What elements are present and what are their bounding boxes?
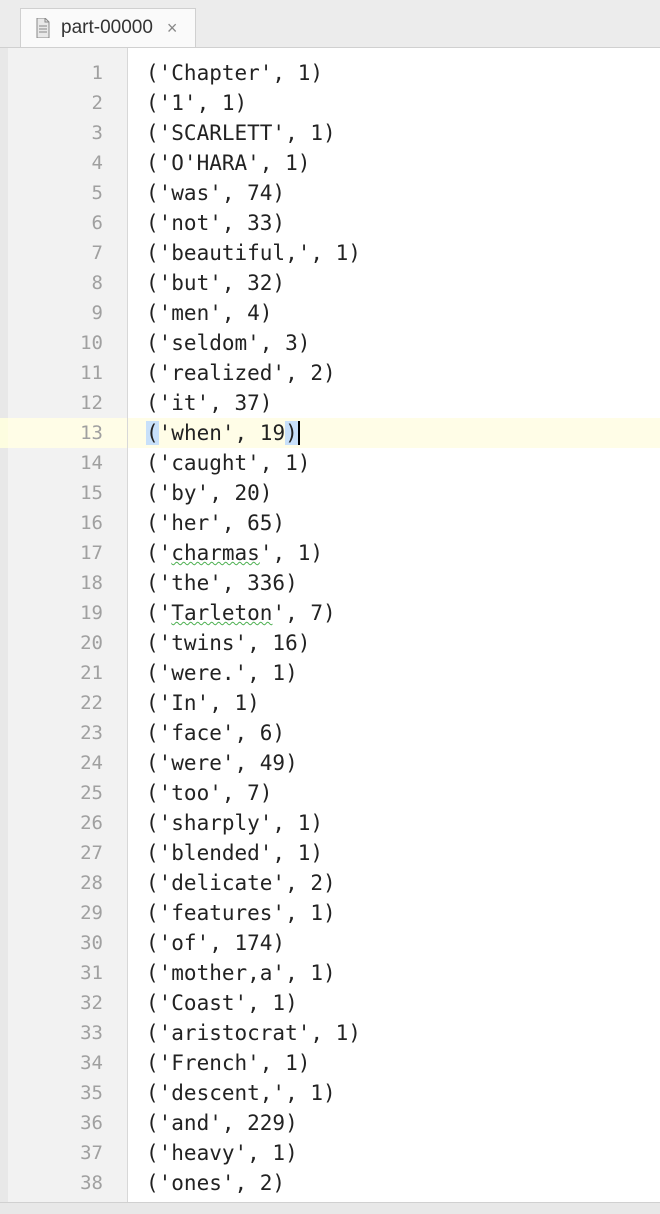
line-number[interactable]: 17: [8, 538, 127, 568]
code-line[interactable]: ('were.', 1): [128, 658, 660, 688]
line-number[interactable]: 26: [8, 808, 127, 838]
code-line[interactable]: ('men', 4): [128, 298, 660, 328]
line-number[interactable]: 6: [8, 208, 127, 238]
line-number-gutter[interactable]: 1234567891011121314151617181920212223242…: [8, 48, 128, 1202]
code-line[interactable]: ('heavy', 1): [128, 1138, 660, 1168]
code-line[interactable]: ('delicate', 2): [128, 868, 660, 898]
close-icon[interactable]: ×: [163, 18, 182, 39]
line-number[interactable]: 30: [8, 928, 127, 958]
code-line[interactable]: ('Coast', 1): [128, 988, 660, 1018]
code-line[interactable]: ('blended', 1): [128, 838, 660, 868]
line-number[interactable]: 34: [8, 1048, 127, 1078]
code-line[interactable]: ('SCARLETT', 1): [128, 118, 660, 148]
line-number[interactable]: 29: [8, 898, 127, 928]
code-line[interactable]: ('aristocrat', 1): [128, 1018, 660, 1048]
code-line[interactable]: ('were', 49): [128, 748, 660, 778]
line-number[interactable]: 33: [8, 1018, 127, 1048]
line-number[interactable]: 22: [8, 688, 127, 718]
line-number[interactable]: 15: [8, 478, 127, 508]
line-number[interactable]: 36: [8, 1108, 127, 1138]
code-line[interactable]: ('beautiful,', 1): [128, 238, 660, 268]
code-line[interactable]: ('her', 65): [128, 508, 660, 538]
line-number[interactable]: 14: [8, 448, 127, 478]
line-number[interactable]: 35: [8, 1078, 127, 1108]
line-number[interactable]: 27: [8, 838, 127, 868]
line-number[interactable]: 24: [8, 748, 127, 778]
line-number[interactable]: 18: [8, 568, 127, 598]
left-margin: [0, 48, 8, 1202]
code-line[interactable]: ('the', 336): [128, 568, 660, 598]
code-line[interactable]: ('ones', 2): [128, 1168, 660, 1198]
code-line[interactable]: ('face', 6): [128, 718, 660, 748]
code-line[interactable]: ('it', 37): [128, 388, 660, 418]
line-number[interactable]: 10: [8, 328, 127, 358]
text-editor[interactable]: 1234567891011121314151617181920212223242…: [8, 48, 660, 1202]
status-bar: [0, 1202, 660, 1214]
code-line[interactable]: ('charmas', 1): [128, 538, 660, 568]
file-icon: [35, 18, 51, 38]
code-line[interactable]: ('In', 1): [128, 688, 660, 718]
code-line[interactable]: ('descent,', 1): [128, 1078, 660, 1108]
line-number[interactable]: 2: [8, 88, 127, 118]
line-number[interactable]: 11: [8, 358, 127, 388]
file-tab[interactable]: part-00000 ×: [20, 8, 196, 47]
code-line[interactable]: ('twins', 16): [128, 628, 660, 658]
line-number[interactable]: 8: [8, 268, 127, 298]
code-line[interactable]: ('of', 174): [128, 928, 660, 958]
line-number[interactable]: 32: [8, 988, 127, 1018]
left-margin-highlight: [0, 418, 8, 448]
code-line[interactable]: ('and', 229): [128, 1108, 660, 1138]
line-number[interactable]: 3: [8, 118, 127, 148]
code-line[interactable]: ('not', 33): [128, 208, 660, 238]
code-line[interactable]: ('was', 74): [128, 178, 660, 208]
code-line[interactable]: ('French', 1): [128, 1048, 660, 1078]
line-number[interactable]: 1: [8, 58, 127, 88]
code-line[interactable]: ('Tarleton', 7): [128, 598, 660, 628]
code-line[interactable]: ('Chapter', 1): [128, 58, 660, 88]
code-line[interactable]: ('sharply', 1): [128, 808, 660, 838]
code-line[interactable]: ('1', 1): [128, 88, 660, 118]
code-line[interactable]: ('seldom', 3): [128, 328, 660, 358]
line-number[interactable]: 25: [8, 778, 127, 808]
line-number[interactable]: 31: [8, 958, 127, 988]
line-number[interactable]: 13: [8, 418, 127, 448]
line-number[interactable]: 23: [8, 718, 127, 748]
code-line[interactable]: ('realized', 2): [128, 358, 660, 388]
line-number[interactable]: 20: [8, 628, 127, 658]
line-number[interactable]: 19: [8, 598, 127, 628]
tab-filename: part-00000: [61, 17, 153, 39]
line-number[interactable]: 38: [8, 1168, 127, 1198]
line-number[interactable]: 4: [8, 148, 127, 178]
code-line[interactable]: ('too', 7): [128, 778, 660, 808]
code-area[interactable]: ('Chapter', 1)('1', 1)('SCARLETT', 1)('O…: [128, 48, 660, 1202]
line-number[interactable]: 7: [8, 238, 127, 268]
code-line[interactable]: ('by', 20): [128, 478, 660, 508]
code-line[interactable]: ('O'HARA', 1): [128, 148, 660, 178]
line-number[interactable]: 28: [8, 868, 127, 898]
tab-bar: part-00000 ×: [0, 0, 660, 48]
code-line[interactable]: ('mother,a', 1): [128, 958, 660, 988]
line-number[interactable]: 16: [8, 508, 127, 538]
code-line[interactable]: ('when', 19): [128, 418, 660, 448]
line-number[interactable]: 12: [8, 388, 127, 418]
code-line[interactable]: ('features', 1): [128, 898, 660, 928]
line-number[interactable]: 5: [8, 178, 127, 208]
line-number[interactable]: 21: [8, 658, 127, 688]
code-line[interactable]: ('caught', 1): [128, 448, 660, 478]
line-number[interactable]: 9: [8, 298, 127, 328]
code-line[interactable]: ('but', 32): [128, 268, 660, 298]
line-number[interactable]: 37: [8, 1138, 127, 1168]
